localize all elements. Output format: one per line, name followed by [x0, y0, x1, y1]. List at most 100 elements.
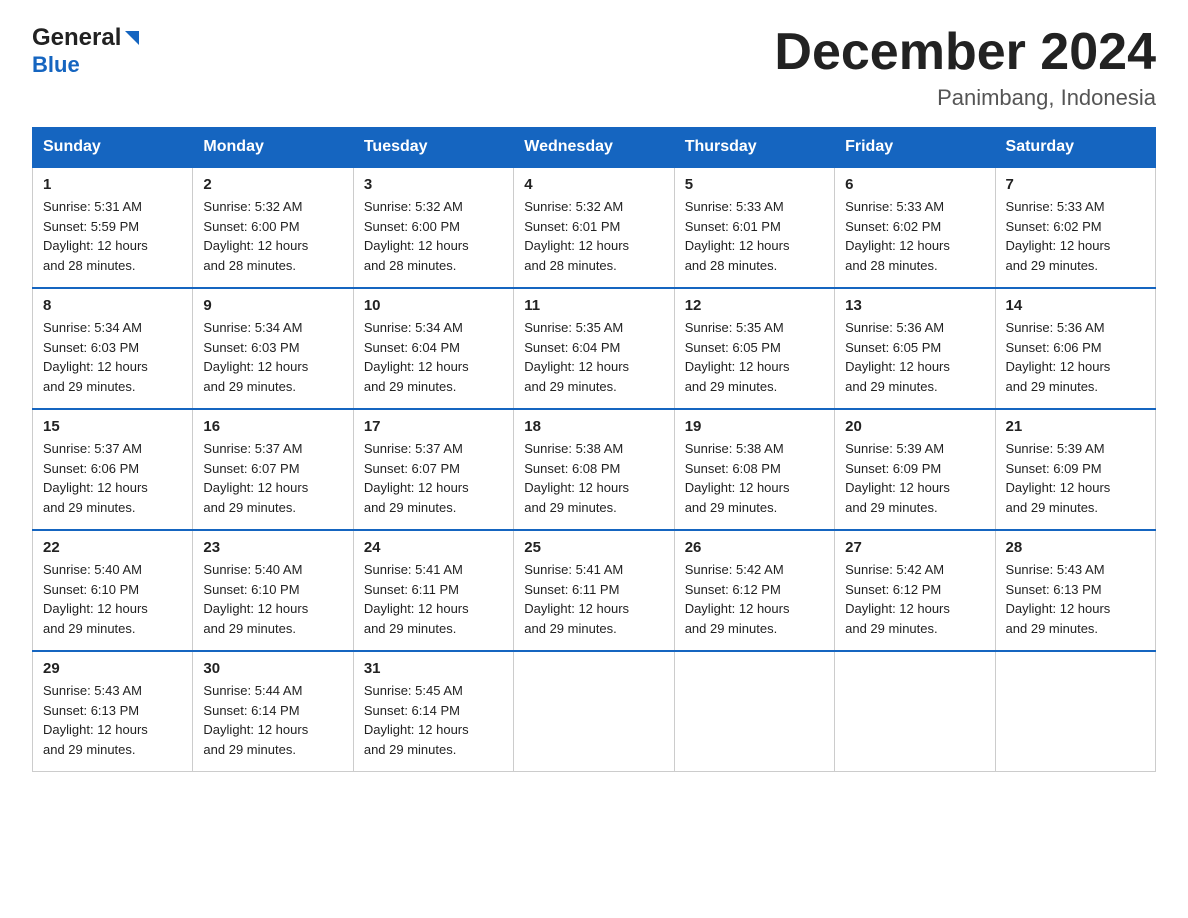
header: General Blue December 2024 Panimbang, In… [32, 24, 1156, 111]
col-saturday: Saturday [995, 128, 1155, 168]
table-row: 26 Sunrise: 5:42 AM Sunset: 6:12 PM Dayl… [674, 530, 834, 651]
table-row: 15 Sunrise: 5:37 AM Sunset: 6:06 PM Dayl… [33, 409, 193, 530]
calendar-table: Sunday Monday Tuesday Wednesday Thursday… [32, 127, 1156, 772]
table-row: 28 Sunrise: 5:43 AM Sunset: 6:13 PM Dayl… [995, 530, 1155, 651]
day-number: 1 [43, 176, 182, 193]
day-info: Sunrise: 5:36 AM Sunset: 6:05 PM Dayligh… [845, 318, 984, 396]
day-info: Sunrise: 5:40 AM Sunset: 6:10 PM Dayligh… [43, 560, 182, 638]
month-title: December 2024 [774, 24, 1156, 81]
table-row: 6 Sunrise: 5:33 AM Sunset: 6:02 PM Dayli… [835, 167, 995, 288]
day-info: Sunrise: 5:35 AM Sunset: 6:04 PM Dayligh… [524, 318, 663, 396]
day-info: Sunrise: 5:37 AM Sunset: 6:06 PM Dayligh… [43, 439, 182, 517]
day-number: 29 [43, 660, 182, 677]
day-info: Sunrise: 5:44 AM Sunset: 6:14 PM Dayligh… [203, 681, 342, 759]
day-number: 2 [203, 176, 342, 193]
day-number: 25 [524, 539, 663, 556]
day-info: Sunrise: 5:32 AM Sunset: 6:00 PM Dayligh… [203, 197, 342, 275]
table-row: 18 Sunrise: 5:38 AM Sunset: 6:08 PM Dayl… [514, 409, 674, 530]
table-row: 14 Sunrise: 5:36 AM Sunset: 6:06 PM Dayl… [995, 288, 1155, 409]
day-number: 31 [364, 660, 503, 677]
day-number: 27 [845, 539, 984, 556]
day-info: Sunrise: 5:42 AM Sunset: 6:12 PM Dayligh… [685, 560, 824, 638]
day-info: Sunrise: 5:34 AM Sunset: 6:03 PM Dayligh… [43, 318, 182, 396]
day-number: 3 [364, 176, 503, 193]
title-block: December 2024 Panimbang, Indonesia [774, 24, 1156, 111]
table-row: 20 Sunrise: 5:39 AM Sunset: 6:09 PM Dayl… [835, 409, 995, 530]
day-info: Sunrise: 5:40 AM Sunset: 6:10 PM Dayligh… [203, 560, 342, 638]
logo-general-text: General [32, 24, 121, 52]
day-number: 13 [845, 297, 984, 314]
logo-blue-text: Blue [32, 52, 80, 77]
week-row-3: 15 Sunrise: 5:37 AM Sunset: 6:06 PM Dayl… [33, 409, 1156, 530]
week-row-1: 1 Sunrise: 5:31 AM Sunset: 5:59 PM Dayli… [33, 167, 1156, 288]
day-info: Sunrise: 5:39 AM Sunset: 6:09 PM Dayligh… [1006, 439, 1145, 517]
table-row: 25 Sunrise: 5:41 AM Sunset: 6:11 PM Dayl… [514, 530, 674, 651]
day-info: Sunrise: 5:45 AM Sunset: 6:14 PM Dayligh… [364, 681, 503, 759]
table-row: 22 Sunrise: 5:40 AM Sunset: 6:10 PM Dayl… [33, 530, 193, 651]
day-info: Sunrise: 5:42 AM Sunset: 6:12 PM Dayligh… [845, 560, 984, 638]
day-number: 18 [524, 418, 663, 435]
table-row: 21 Sunrise: 5:39 AM Sunset: 6:09 PM Dayl… [995, 409, 1155, 530]
logo: General Blue [32, 24, 143, 78]
day-number: 12 [685, 297, 824, 314]
day-number: 4 [524, 176, 663, 193]
day-number: 22 [43, 539, 182, 556]
table-row: 30 Sunrise: 5:44 AM Sunset: 6:14 PM Dayl… [193, 651, 353, 772]
day-number: 7 [1006, 176, 1145, 193]
table-row: 3 Sunrise: 5:32 AM Sunset: 6:00 PM Dayli… [353, 167, 513, 288]
day-number: 14 [1006, 297, 1145, 314]
table-row: 23 Sunrise: 5:40 AM Sunset: 6:10 PM Dayl… [193, 530, 353, 651]
table-row: 16 Sunrise: 5:37 AM Sunset: 6:07 PM Dayl… [193, 409, 353, 530]
table-row: 1 Sunrise: 5:31 AM Sunset: 5:59 PM Dayli… [33, 167, 193, 288]
table-row: 12 Sunrise: 5:35 AM Sunset: 6:05 PM Dayl… [674, 288, 834, 409]
day-info: Sunrise: 5:34 AM Sunset: 6:04 PM Dayligh… [364, 318, 503, 396]
day-info: Sunrise: 5:41 AM Sunset: 6:11 PM Dayligh… [364, 560, 503, 638]
day-info: Sunrise: 5:43 AM Sunset: 6:13 PM Dayligh… [1006, 560, 1145, 638]
day-info: Sunrise: 5:34 AM Sunset: 6:03 PM Dayligh… [203, 318, 342, 396]
day-info: Sunrise: 5:33 AM Sunset: 6:02 PM Dayligh… [1006, 197, 1145, 275]
table-row: 11 Sunrise: 5:35 AM Sunset: 6:04 PM Dayl… [514, 288, 674, 409]
day-number: 5 [685, 176, 824, 193]
day-number: 26 [685, 539, 824, 556]
day-number: 8 [43, 297, 182, 314]
col-thursday: Thursday [674, 128, 834, 168]
table-row: 10 Sunrise: 5:34 AM Sunset: 6:04 PM Dayl… [353, 288, 513, 409]
day-number: 10 [364, 297, 503, 314]
day-number: 24 [364, 539, 503, 556]
day-number: 23 [203, 539, 342, 556]
table-row: 4 Sunrise: 5:32 AM Sunset: 6:01 PM Dayli… [514, 167, 674, 288]
day-number: 6 [845, 176, 984, 193]
day-number: 30 [203, 660, 342, 677]
day-info: Sunrise: 5:33 AM Sunset: 6:02 PM Dayligh… [845, 197, 984, 275]
day-info: Sunrise: 5:37 AM Sunset: 6:07 PM Dayligh… [203, 439, 342, 517]
table-row [674, 651, 834, 772]
day-number: 9 [203, 297, 342, 314]
col-friday: Friday [835, 128, 995, 168]
table-row: 31 Sunrise: 5:45 AM Sunset: 6:14 PM Dayl… [353, 651, 513, 772]
day-number: 15 [43, 418, 182, 435]
logo-arrow-icon [121, 27, 143, 49]
table-row [514, 651, 674, 772]
col-tuesday: Tuesday [353, 128, 513, 168]
day-number: 11 [524, 297, 663, 314]
day-info: Sunrise: 5:32 AM Sunset: 6:00 PM Dayligh… [364, 197, 503, 275]
day-info: Sunrise: 5:33 AM Sunset: 6:01 PM Dayligh… [685, 197, 824, 275]
table-row: 9 Sunrise: 5:34 AM Sunset: 6:03 PM Dayli… [193, 288, 353, 409]
day-info: Sunrise: 5:43 AM Sunset: 6:13 PM Dayligh… [43, 681, 182, 759]
week-row-4: 22 Sunrise: 5:40 AM Sunset: 6:10 PM Dayl… [33, 530, 1156, 651]
table-row: 24 Sunrise: 5:41 AM Sunset: 6:11 PM Dayl… [353, 530, 513, 651]
table-row [995, 651, 1155, 772]
day-info: Sunrise: 5:38 AM Sunset: 6:08 PM Dayligh… [685, 439, 824, 517]
week-row-2: 8 Sunrise: 5:34 AM Sunset: 6:03 PM Dayli… [33, 288, 1156, 409]
day-number: 21 [1006, 418, 1145, 435]
location: Panimbang, Indonesia [774, 85, 1156, 111]
day-info: Sunrise: 5:35 AM Sunset: 6:05 PM Dayligh… [685, 318, 824, 396]
day-info: Sunrise: 5:41 AM Sunset: 6:11 PM Dayligh… [524, 560, 663, 638]
col-wednesday: Wednesday [514, 128, 674, 168]
table-row [835, 651, 995, 772]
col-sunday: Sunday [33, 128, 193, 168]
table-row: 29 Sunrise: 5:43 AM Sunset: 6:13 PM Dayl… [33, 651, 193, 772]
table-row: 5 Sunrise: 5:33 AM Sunset: 6:01 PM Dayli… [674, 167, 834, 288]
header-row: Sunday Monday Tuesday Wednesday Thursday… [33, 128, 1156, 168]
day-number: 17 [364, 418, 503, 435]
